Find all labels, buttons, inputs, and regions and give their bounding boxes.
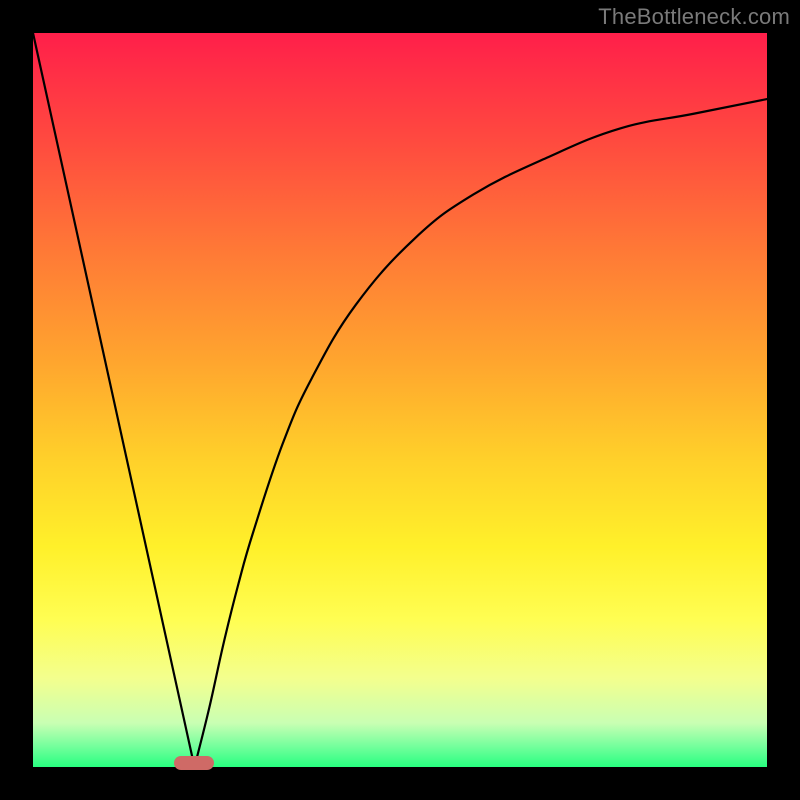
chart-frame: TheBottleneck.com: [0, 0, 800, 800]
optimal-marker: [174, 756, 214, 770]
curve-layer: [33, 33, 767, 767]
watermark-text: TheBottleneck.com: [598, 4, 790, 30]
plot-area: [33, 33, 767, 767]
bottleneck-curve: [33, 33, 767, 767]
